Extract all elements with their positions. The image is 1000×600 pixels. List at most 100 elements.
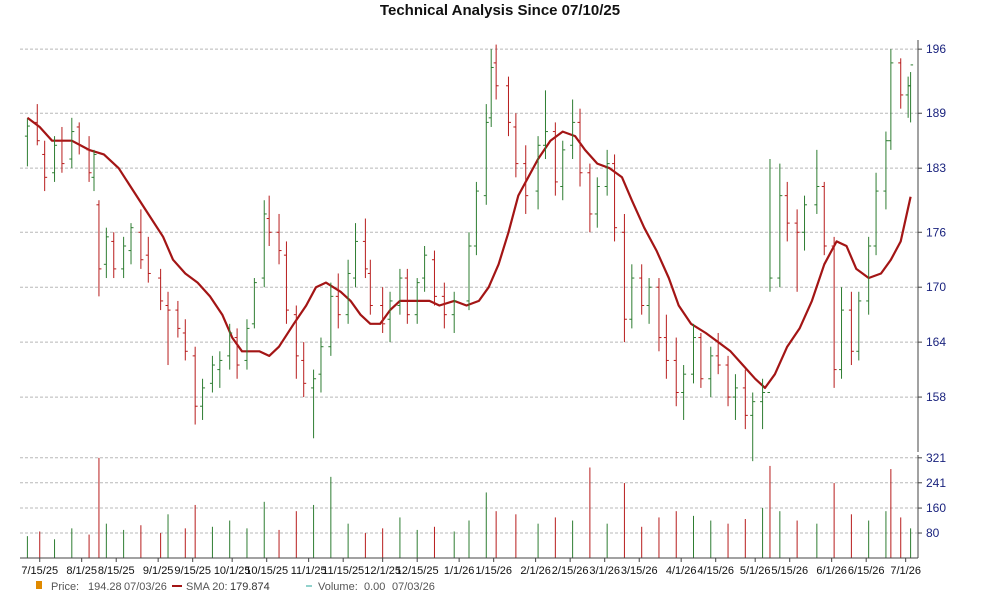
price-bar xyxy=(560,140,566,201)
price-bar xyxy=(888,49,894,150)
price-bar xyxy=(604,149,610,196)
price-bar xyxy=(742,369,748,430)
price-bar xyxy=(301,342,307,398)
price-bar xyxy=(209,355,215,393)
price-bar xyxy=(217,351,223,388)
price-bar xyxy=(266,195,272,246)
price-bar xyxy=(380,287,386,333)
price-bar xyxy=(466,232,472,311)
price-bar xyxy=(587,163,593,233)
price-bar xyxy=(397,268,403,315)
price-bar xyxy=(451,291,457,333)
date-tick-label: 12/15/25 xyxy=(396,565,439,577)
price-bar xyxy=(883,131,889,210)
price-bar xyxy=(76,122,82,155)
price-bar xyxy=(856,291,862,361)
price-bar xyxy=(715,332,721,375)
price-bar xyxy=(905,76,911,118)
date-tick-label: 3/15/26 xyxy=(621,565,658,577)
price-bar xyxy=(663,314,669,379)
price-bar xyxy=(577,108,583,187)
date-tick-label: 9/15/25 xyxy=(174,565,211,577)
price-bar xyxy=(570,99,576,160)
price-bar xyxy=(767,159,773,393)
price-legend-label: Price: xyxy=(51,581,79,593)
price-bar xyxy=(873,172,879,256)
date-tick-label: 8/1/25 xyxy=(66,565,97,577)
date-tick-label: 9/1/25 xyxy=(143,565,174,577)
date-tick-label: 2/1/26 xyxy=(520,565,551,577)
price-bar xyxy=(802,195,808,251)
date-tick-label: 7/1/26 xyxy=(890,565,921,577)
price-bar xyxy=(244,319,250,370)
date-tick-label: 11/15/25 xyxy=(322,565,364,577)
price-legend-date: 07/03/26 xyxy=(124,581,167,593)
price-bar xyxy=(839,287,845,379)
price-bar xyxy=(777,163,783,288)
price-bar xyxy=(908,64,914,123)
price-bar xyxy=(251,278,257,329)
price-legend-value: 194.28 xyxy=(88,581,122,593)
price-axis-ticks: 196 189 183 176 170 164 158 xyxy=(918,42,946,404)
date-tick-label: 1/1/26 xyxy=(444,565,475,577)
price-bar xyxy=(612,154,618,242)
volume-bars xyxy=(26,457,912,558)
date-axis-ticks: 7/15/25 8/1/25 8/15/25 9/1/25 9/15/25 10/1/25… xyxy=(21,558,921,577)
price-bar xyxy=(698,332,704,388)
price-bar xyxy=(318,337,324,393)
price-tick-label: 170 xyxy=(926,280,946,294)
price-bar xyxy=(483,104,489,205)
price-tick-label: 176 xyxy=(926,225,946,239)
price-bar xyxy=(535,136,541,210)
date-tick-label: 6/15/26 xyxy=(848,565,885,577)
price-bar xyxy=(814,149,820,214)
volume-legend-value: 0.00 xyxy=(364,581,385,593)
price-bar xyxy=(621,213,627,343)
chart-title: Technical Analysis Since 07/10/25 xyxy=(380,2,620,19)
price-bar xyxy=(639,264,645,315)
price-bar xyxy=(69,117,75,169)
price-bar xyxy=(505,76,511,137)
price-bar xyxy=(328,282,334,356)
date-tick-label: 7/15/25 xyxy=(21,565,58,577)
price-bar xyxy=(91,149,97,192)
date-tick-label: 2/15/26 xyxy=(552,565,589,577)
volume-legend-date: 07/03/26 xyxy=(392,581,435,593)
price-bar xyxy=(387,291,393,343)
price-bar xyxy=(96,200,102,297)
sma-legend-label: SMA 20: xyxy=(186,581,228,593)
price-bar xyxy=(404,268,410,324)
volume-tick-label: 80 xyxy=(926,526,940,540)
price-bar xyxy=(276,213,282,265)
price-bar xyxy=(473,181,479,256)
date-tick-label: 8/15/25 xyxy=(98,565,135,577)
price-bar xyxy=(335,273,341,329)
price-bar xyxy=(673,337,679,407)
price-bar xyxy=(121,236,127,279)
legend: Price: 194.28 07/03/26 SMA 20: 179.874 V… xyxy=(36,581,435,593)
price-bar xyxy=(59,126,65,173)
price-bar xyxy=(362,218,368,279)
price-bar xyxy=(158,268,164,311)
price-bar xyxy=(422,246,428,292)
price-bar xyxy=(86,136,92,182)
price-bar xyxy=(345,259,351,324)
price-legend-marker xyxy=(36,581,42,589)
price-bar xyxy=(103,227,109,279)
price-bar xyxy=(629,264,635,329)
price-bar xyxy=(750,392,756,462)
price-bar xyxy=(111,232,117,279)
price-bar xyxy=(128,223,134,265)
date-tick-label: 4/15/26 xyxy=(697,565,734,577)
price-bar xyxy=(431,250,437,306)
price-bar xyxy=(898,58,904,109)
price-bar xyxy=(175,300,181,338)
price-bar xyxy=(725,355,731,407)
date-tick-label: 6/1/26 xyxy=(816,565,847,577)
date-tick-label: 5/1/26 xyxy=(740,565,771,577)
date-tick-label: 3/1/26 xyxy=(589,565,620,577)
price-bar xyxy=(192,346,198,425)
date-tick-label: 10/15/25 xyxy=(245,565,288,577)
price-bar xyxy=(708,346,714,398)
price-bar xyxy=(594,177,600,228)
